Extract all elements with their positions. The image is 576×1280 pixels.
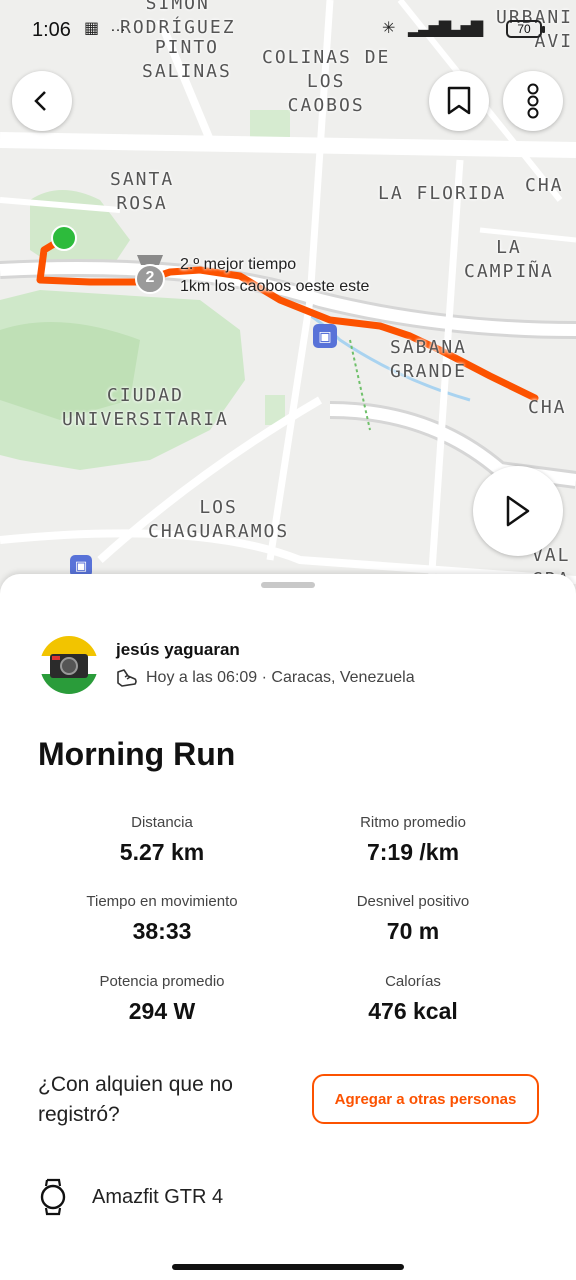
stat-label: Tiempo en movimiento (86, 893, 238, 910)
stat-label: Calorías (385, 973, 441, 990)
map-label-los-chaguaramos: LOS CHAGUARAMOS (148, 497, 290, 542)
map-label-cha-2: CHA (528, 397, 567, 418)
add-other-people-button[interactable]: Agregar a otras personas (312, 1074, 539, 1124)
bluetooth-icon: ✳ (382, 20, 396, 37)
metro-station-icon[interactable]: ▣ (313, 324, 337, 348)
stat-moving-time: Tiempo en movimiento 38:33 (37, 893, 287, 945)
back-button[interactable] (12, 71, 72, 131)
activity-meta-text: Hoy a las 06:09 · Caracas, Venezuela (146, 669, 415, 686)
more-notifications-icon: … (110, 18, 126, 35)
chevron-left-icon (34, 91, 46, 111)
map-label-sabana-grande: SABANA GRANDE (390, 337, 468, 382)
device-row[interactable]: Amazfit GTR 4 (40, 1178, 223, 1216)
sheet-drag-handle[interactable] (261, 582, 315, 588)
more-options-button[interactable] (503, 71, 563, 131)
segment-achievement-line1: 2.º mejor tiempo (180, 256, 297, 273)
bookmark-icon (447, 86, 471, 115)
stat-pace: Ritmo promedio 7:19 /km (288, 814, 538, 866)
segment-achievement-line2: 1km los caobos oeste este (180, 278, 370, 295)
segment-rank-badge: 2 (145, 269, 155, 286)
wifi-icon: ◑ (474, 18, 484, 35)
stat-value: 5.27 km (119, 839, 205, 865)
more-vertical-icon (527, 83, 539, 119)
stat-calories: Calorías 476 kcal (288, 973, 538, 1025)
play-icon (506, 495, 530, 527)
segment-achievement-label[interactable]: 2.º mejor tiempo 1km los caobos oeste es… (180, 254, 369, 298)
segment-medal-icon[interactable]: 2 (131, 253, 169, 295)
device-name: Amazfit GTR 4 (92, 1185, 224, 1208)
activity-meta: Hoy a las 06:09 · Caracas, Venezuela (116, 668, 415, 688)
battery-level: 70 (517, 22, 531, 36)
stat-label: Potencia promedio (99, 973, 225, 990)
watch-icon (40, 1178, 66, 1216)
home-indicator[interactable] (172, 1264, 404, 1270)
activity-title: Morning Run (38, 736, 236, 772)
stat-value: 7:19 /km (366, 839, 460, 865)
play-flyover-button[interactable] (473, 466, 563, 556)
stat-value: 476 kcal (368, 998, 458, 1024)
activity-details-sheet[interactable]: jesús yaguaran Hoy a las 06:09 · Caracas… (0, 574, 576, 1280)
stat-label: Desnivel positivo (356, 893, 470, 910)
stat-label: Ritmo promedio (360, 814, 466, 831)
bookmark-button[interactable] (429, 71, 489, 131)
map-label-ciudad-universitaria: CIUDAD UNIVERSITARIA (62, 385, 229, 430)
status-time: 1:06 (32, 19, 71, 41)
shoe-icon (117, 669, 137, 687)
stat-value: 38:33 (132, 918, 192, 944)
route-map[interactable]: 2 ▣ ▣ 2.º mejor tiempo 1km los caobos oe… (0, 0, 576, 600)
map-label-santa-rosa: SANTA ROSA (110, 169, 175, 214)
stat-elevation-gain: Desnivel positivo 70 m (288, 893, 538, 945)
stat-value: 70 m (386, 918, 440, 944)
map-label-la-campina: LA CAMPIÑA (464, 237, 554, 282)
stat-avg-power: Potencia promedio 294 W (37, 973, 287, 1025)
stat-label: Distancia (131, 814, 193, 831)
route-start-marker (51, 225, 77, 251)
athlete-name[interactable]: jesús yaguaran (116, 640, 240, 660)
avatar[interactable] (40, 636, 98, 694)
notification-icon: ▦ (84, 20, 100, 37)
stat-distance: Distancia 5.27 km (37, 814, 287, 866)
stat-value: 294 W (128, 998, 196, 1024)
map-label-la-florida: LA FLORIDA (378, 183, 507, 204)
map-label-cha-1: CHA (525, 175, 564, 196)
status-bar: 1:06 ▦ … ✳ ▂▃▅▇ ▂▃▅▇ ◑ 70 (0, 0, 576, 60)
tag-others-prompt: ¿Con alquien que no registró? (38, 1073, 233, 1126)
battery-icon: 70 (506, 20, 545, 38)
